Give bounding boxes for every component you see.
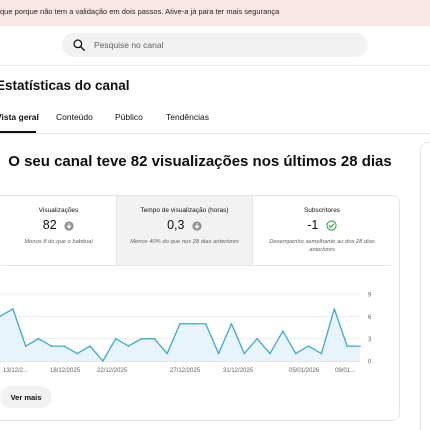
metric-separator xyxy=(1,265,391,266)
data-point xyxy=(333,308,336,310)
x-tick-label: 22/12/2025 xyxy=(97,368,128,374)
tab-bar: Vista geral Conteúdo Público Tendências xyxy=(0,112,430,134)
banner-text: que porque não tem a validação em dois p… xyxy=(0,7,280,16)
channel-summary-headline: O seu canal teve 82 visualizações nos úl… xyxy=(8,153,392,170)
data-point xyxy=(127,345,130,347)
y-tick-label: 6 xyxy=(368,315,372,321)
tab-overview[interactable]: Vista geral xyxy=(0,112,39,122)
header-divider xyxy=(0,65,430,66)
x-tick-label: 13/12/2... xyxy=(3,368,28,374)
data-point xyxy=(89,345,91,347)
metric-value: -1 xyxy=(307,218,319,232)
data-point xyxy=(37,337,40,340)
y-tick-label: 0 xyxy=(368,360,372,366)
tab-audience[interactable]: Público xyxy=(115,112,143,122)
data-point xyxy=(320,352,323,355)
metric-views[interactable]: Visualizações 82 Menos 8 do que o habitu… xyxy=(1,196,116,265)
metric-note: Desempenho semelhante ao dos 28 dias ant… xyxy=(269,239,375,253)
metric-value: 0,3 xyxy=(167,218,185,232)
data-point xyxy=(256,337,258,340)
data-point xyxy=(282,330,284,333)
tab-trends[interactable]: Tendências xyxy=(166,112,209,122)
data-point xyxy=(230,322,233,325)
data-point xyxy=(217,352,220,355)
metric-label: Subscritores xyxy=(303,207,341,214)
data-point xyxy=(153,337,156,340)
security-banner: que porque não tem a validação em dois p… xyxy=(0,0,430,26)
data-point xyxy=(243,352,246,355)
see-more-button[interactable]: Ver mais xyxy=(0,386,52,408)
metric-subscribers[interactable]: Subscritores -1 Desempenho semelhante ao… xyxy=(253,196,391,265)
data-point xyxy=(166,352,168,355)
arrow-down-circle-icon xyxy=(64,221,74,231)
data-point xyxy=(114,337,117,340)
search-input[interactable] xyxy=(94,37,354,53)
data-point xyxy=(346,345,348,347)
tabs-divider xyxy=(0,133,430,134)
metric-label: Tempo de visualização (horas) xyxy=(140,207,229,214)
search-bar[interactable] xyxy=(62,33,368,57)
data-point xyxy=(269,352,271,355)
data-point xyxy=(140,337,143,340)
metric-note: Menos 8 do que o habitual xyxy=(24,239,93,245)
data-point xyxy=(179,322,181,325)
data-point xyxy=(204,322,207,325)
y-tick-label: 9 xyxy=(368,293,372,299)
arrow-down-circle-icon xyxy=(192,221,202,231)
metric-watch-time[interactable]: Tempo de visualização (horas) 0,3 Menos … xyxy=(117,196,252,265)
data-point xyxy=(24,345,27,347)
x-tick-label: 05/01/2026 xyxy=(289,368,320,374)
metric-note: Menos 40% do que nos 28 dias anteriores xyxy=(130,239,239,245)
x-tick-label: 09/01... xyxy=(335,368,355,374)
data-point xyxy=(192,322,194,325)
page-title: Estatísticas do canal xyxy=(0,78,130,93)
data-point xyxy=(307,345,310,347)
data-point xyxy=(294,352,297,355)
check-circle-icon xyxy=(326,220,337,231)
metric-value: 82 xyxy=(42,218,57,232)
side-panel xyxy=(420,142,430,430)
data-point xyxy=(63,345,66,347)
views-line-chart: 0 3 6 9 13/12/2... 18/12/2025 22/12/2025 27/12/… xyxy=(0,293,372,374)
metric-label: Visualizações xyxy=(38,207,79,214)
tab-content[interactable]: Conteúdo xyxy=(56,112,93,122)
data-point xyxy=(359,345,361,347)
data-point xyxy=(102,360,104,362)
x-tick-label: 27/12/2025 xyxy=(170,368,201,374)
x-tick-label: 31/12/2025 xyxy=(223,368,254,374)
data-point xyxy=(76,352,78,355)
search-icon[interactable] xyxy=(72,38,86,52)
x-tick-label: 18/12/2025 xyxy=(50,368,81,374)
data-point xyxy=(50,345,53,347)
y-tick-label: 3 xyxy=(368,337,372,343)
data-point xyxy=(12,308,14,310)
